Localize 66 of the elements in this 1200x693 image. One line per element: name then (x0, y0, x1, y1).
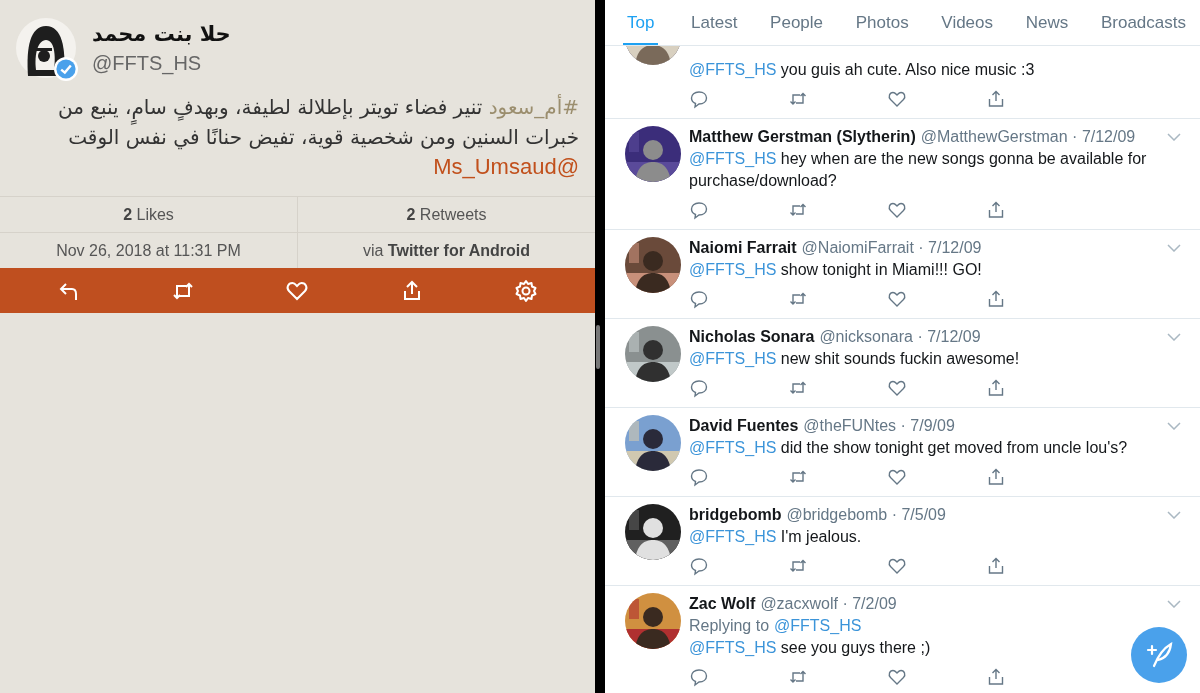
author-handle-date: @theFUNtes · 7/9/09 (803, 417, 955, 434)
author-handle-date: @bridgebomb · 7/5/09 (786, 506, 946, 523)
settings-icon[interactable] (513, 278, 538, 303)
comment-icon[interactable] (689, 378, 709, 398)
share-icon[interactable] (986, 556, 1006, 576)
author-name[interactable]: Zac Wolf (689, 595, 756, 612)
tweet-text: @FFTS_HS new shit sounds fuckin awesome! (689, 349, 1020, 369)
heart-icon[interactable] (887, 556, 907, 576)
mention-link[interactable]: @FFTS_HS (689, 61, 777, 78)
tab[interactable]: Videos (941, 0, 994, 45)
tweet-text: @FFTS_HS hey when are the new songs gonna be available for purchase/download? (689, 149, 1148, 191)
tab[interactable]: News (1025, 0, 1069, 45)
tab[interactable]: Top (623, 0, 659, 45)
comment-icon[interactable] (689, 667, 709, 687)
share-icon[interactable] (986, 289, 1006, 309)
share-icon[interactable] (986, 89, 1006, 109)
tweet-text: @FFTS_HS did the show tonight get moved from uncle lou's? (689, 438, 1128, 458)
tab[interactable]: People (770, 0, 824, 45)
heart-icon[interactable] (887, 667, 907, 687)
display-name: حلا بنت محمد (92, 21, 231, 48)
tweet-timestamp: Nov 26, 2018 at 11:31 PM (55, 241, 242, 261)
tweet-text: @FFTS_HS show tonight in Miami!!! GO! (689, 260, 982, 280)
mention-link[interactable]: @FFTS_HS (689, 150, 777, 167)
hashtag-link[interactable]: #أم_سعود (488, 95, 579, 119)
share-icon[interactable] (986, 667, 1006, 687)
share-icon[interactable] (986, 467, 1006, 487)
likes-count[interactable]: 2 Likes (0, 197, 297, 232)
user-handle: @FFTS_HS (92, 51, 203, 77)
comment-icon[interactable] (689, 467, 709, 487)
mention-link[interactable]: @Ms_Umsaud (433, 154, 579, 179)
mention-link[interactable]: @FFTS_HS (689, 261, 777, 278)
comment-icon[interactable] (689, 200, 709, 220)
mention-link[interactable]: @FFTS_HS (689, 350, 777, 367)
author-handle-date: @nicksonara · 7/12/09 (819, 328, 981, 345)
share-icon[interactable] (986, 378, 1006, 398)
tab[interactable]: Photos (855, 0, 909, 45)
mention-link[interactable]: @FFTS_HS (689, 528, 777, 545)
mention-link[interactable]: @FFTS_HS (774, 617, 862, 634)
compose-icon (1144, 640, 1174, 670)
author-name[interactable]: David Fuentes (689, 417, 799, 434)
author-name[interactable]: bridgebomb (689, 506, 782, 523)
heart-icon[interactable] (887, 200, 907, 220)
author-handle-date: @MatthewGerstman · 7/12/09 (920, 128, 1136, 145)
tab[interactable]: Broadcasts (1100, 0, 1186, 45)
author-handle-date: @zacxwolf · 7/2/09 (760, 595, 897, 612)
author-name[interactable]: Naiomi Farrait (689, 239, 797, 256)
tweet-text: @FFTS_HS you guis ah cute. Also nice music :3 (689, 60, 1035, 80)
tweet-text: @FFTS_HS I'm jealous. (689, 527, 862, 547)
replying-label: Replying to (689, 617, 770, 634)
compose-button[interactable] (1131, 627, 1187, 683)
tab[interactable]: Latest (691, 0, 738, 45)
author-handle-date: @NaiomiFarrait · 7/12/09 (801, 239, 982, 256)
heart-icon[interactable] (887, 378, 907, 398)
comment-icon[interactable] (689, 289, 709, 309)
heart-icon[interactable] (887, 467, 907, 487)
author-name[interactable]: Matthew Gerstman (Slytherin) (689, 128, 916, 145)
split-handle[interactable] (596, 324, 600, 369)
mention-link[interactable]: @FFTS_HS (689, 639, 777, 656)
comment-icon[interactable] (689, 556, 709, 576)
tweet-text: @FFTS_HS see you guys there ;) (689, 638, 931, 658)
mention-link[interactable]: @FFTS_HS (689, 439, 777, 456)
heart-icon[interactable] (887, 89, 907, 109)
comment-icon[interactable] (689, 89, 709, 109)
author-name[interactable]: Nicholas Sonara (689, 328, 815, 345)
heart-icon[interactable] (887, 289, 907, 309)
share-icon[interactable] (986, 200, 1006, 220)
